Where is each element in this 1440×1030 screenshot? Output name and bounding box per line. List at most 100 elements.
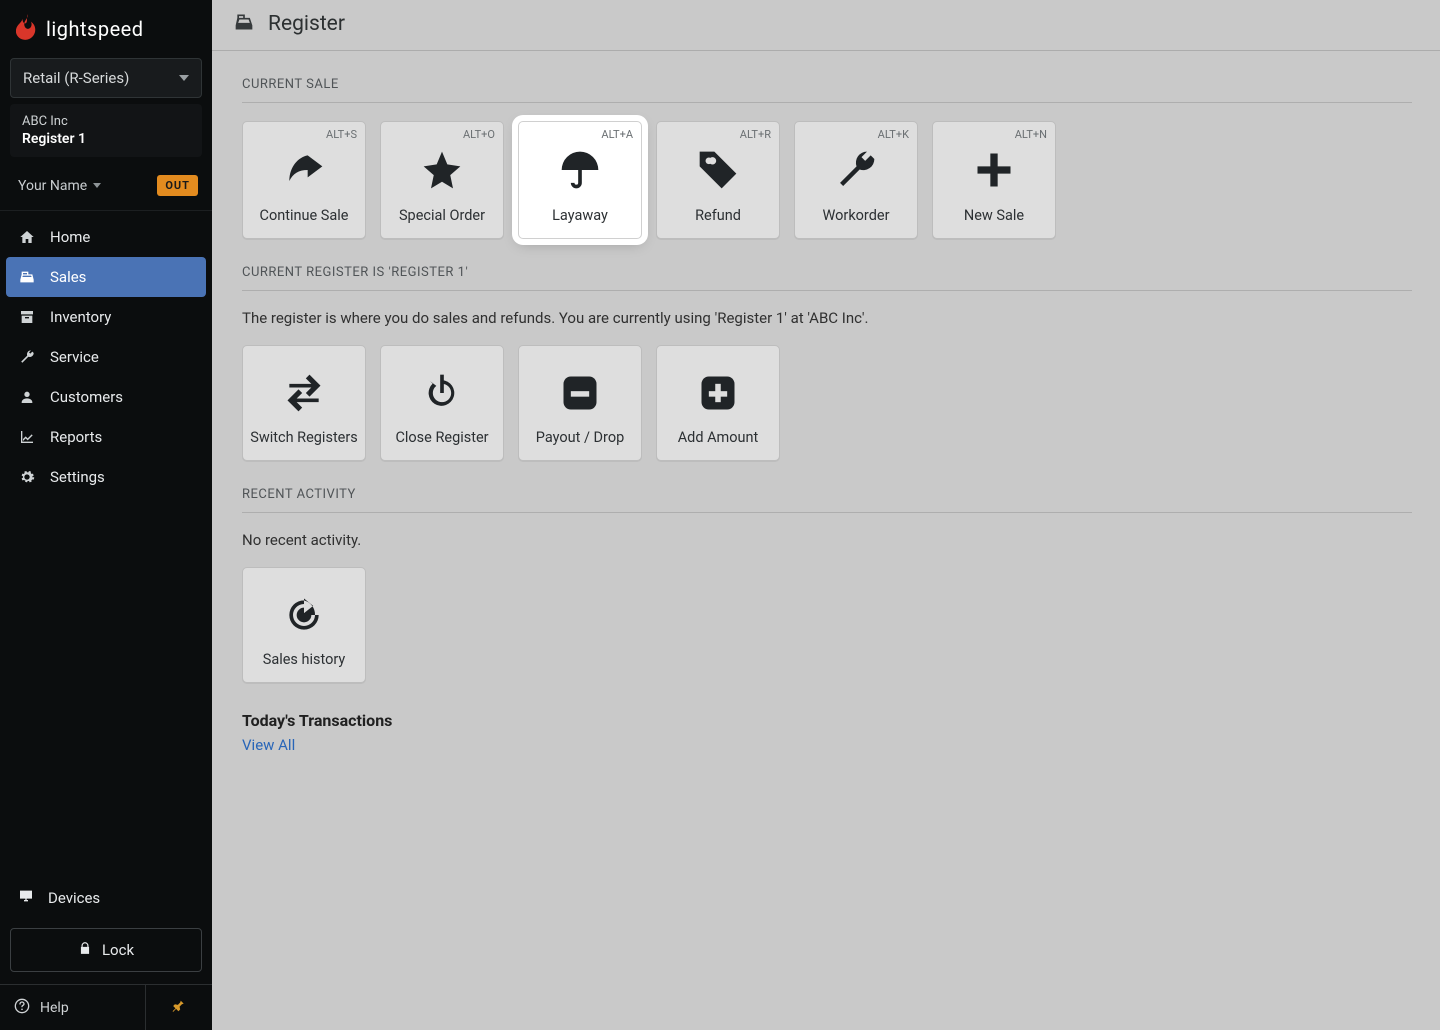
sidebar-footer: Help: [0, 984, 212, 1030]
user-row: Your Name OUT: [0, 167, 212, 210]
plus-square-icon: [696, 356, 740, 429]
shortcut-label: ALT+O: [463, 128, 495, 141]
primary-nav: Home Sales Inventory Service Customers: [0, 210, 212, 1030]
shortcut-label: ALT+A: [601, 128, 633, 141]
nav-sales[interactable]: Sales: [6, 257, 206, 297]
help-icon: [14, 998, 30, 1018]
pin-button[interactable]: [146, 985, 212, 1030]
section-heading-current-register: CURRENT REGISTER IS 'REGISTER 1': [242, 265, 1412, 291]
user-menu[interactable]: Your Name: [18, 178, 101, 194]
plus-icon: [972, 132, 1016, 207]
tile-label: Workorder: [822, 207, 889, 224]
tile-label: Special Order: [399, 207, 485, 224]
register-name: Register 1: [22, 131, 190, 147]
nav-label: Reports: [50, 428, 102, 446]
shortcut-label: ALT+R: [740, 128, 771, 141]
nav-label: Customers: [50, 388, 123, 406]
company-name: ABC Inc: [22, 114, 190, 129]
umbrella-icon: [558, 132, 602, 207]
nav-label: Sales: [50, 268, 86, 286]
tile-label: Switch Registers: [250, 429, 358, 446]
help-button[interactable]: Help: [0, 985, 146, 1030]
brand-logo: lightspeed: [0, 0, 212, 54]
chart-icon: [18, 429, 36, 445]
home-icon: [18, 229, 36, 245]
tile-label: Payout / Drop: [536, 429, 625, 446]
tile-label: Close Register: [395, 429, 488, 446]
user-icon: [18, 389, 36, 405]
tile-label: Sales history: [263, 651, 346, 668]
star-icon: [420, 132, 464, 207]
page-titlebar: Register: [212, 0, 1440, 51]
sidebar-bottom: Devices Lock Help: [0, 876, 212, 1030]
wrench-icon: [18, 349, 36, 365]
tile-workorder[interactable]: ALT+K Workorder: [794, 121, 918, 239]
nav-service[interactable]: Service: [0, 337, 212, 377]
nav-label: Inventory: [50, 308, 111, 326]
nav-reports[interactable]: Reports: [0, 417, 212, 457]
shortcut-label: ALT+S: [326, 128, 357, 141]
tag-icon: [696, 132, 740, 207]
clock-status-badge[interactable]: OUT: [157, 175, 198, 196]
tile-switch-registers[interactable]: Switch Registers: [242, 345, 366, 461]
tile-layaway[interactable]: ALT+A Layaway: [518, 121, 642, 239]
share-arrow-icon: [282, 132, 326, 207]
org-register-box[interactable]: ABC Inc Register 1: [10, 104, 202, 157]
section-heading-recent: RECENT ACTIVITY: [242, 487, 1412, 513]
nav-devices[interactable]: Devices: [0, 876, 212, 920]
gear-icon: [18, 469, 36, 485]
tile-refund[interactable]: ALT+R Refund: [656, 121, 780, 239]
current-sale-tiles: ALT+S Continue Sale ALT+O Special Order …: [242, 121, 1412, 239]
register-description: The register is where you do sales and r…: [242, 309, 1412, 327]
swap-icon: [282, 356, 326, 429]
main-content: Register CURRENT SALE ALT+S Continue Sal…: [212, 0, 1440, 1030]
shortcut-label: ALT+N: [1015, 128, 1047, 141]
lock-icon: [78, 941, 92, 959]
tile-label: Layaway: [552, 207, 608, 224]
page-title: Register: [268, 12, 345, 36]
nav-label: Home: [50, 228, 90, 246]
tile-sales-history[interactable]: Sales history: [242, 567, 366, 683]
section-heading-current-sale: CURRENT SALE: [242, 77, 1412, 103]
history-icon: [282, 578, 326, 651]
todays-transactions-heading: Today's Transactions: [242, 711, 1412, 730]
brand-name: lightspeed: [46, 17, 144, 41]
sidebar: lightspeed Retail (R-Series) ABC Inc Reg…: [0, 0, 212, 1030]
product-selector[interactable]: Retail (R-Series): [10, 58, 202, 98]
page-body: CURRENT SALE ALT+S Continue Sale ALT+O S…: [212, 51, 1440, 794]
nav-settings[interactable]: Settings: [0, 457, 212, 497]
view-all-link[interactable]: View All: [242, 736, 295, 754]
tile-close-register[interactable]: Close Register: [380, 345, 504, 461]
register-icon: [234, 12, 254, 36]
nav-home[interactable]: Home: [0, 217, 212, 257]
tile-new-sale[interactable]: ALT+N New Sale: [932, 121, 1056, 239]
triangle-down-icon: [93, 183, 101, 188]
tile-special-order[interactable]: ALT+O Special Order: [380, 121, 504, 239]
flame-icon: [16, 14, 38, 44]
tile-label: Continue Sale: [260, 207, 349, 224]
monitor-icon: [18, 888, 34, 908]
power-icon: [420, 356, 464, 429]
register-tiles: Switch Registers Close Register Payout /…: [242, 345, 1412, 461]
pin-icon: [172, 997, 186, 1019]
tile-label: Add Amount: [678, 429, 759, 446]
recent-empty-text: No recent activity.: [242, 531, 1412, 549]
chevron-down-icon: [179, 75, 189, 81]
help-label: Help: [40, 1000, 69, 1016]
minus-square-icon: [558, 356, 602, 429]
nav-label: Devices: [48, 889, 100, 907]
lock-button[interactable]: Lock: [10, 928, 202, 972]
nav-label: Service: [50, 348, 99, 366]
tile-label: New Sale: [964, 207, 1024, 224]
register-icon: [18, 269, 36, 285]
nav-customers[interactable]: Customers: [0, 377, 212, 417]
nav-inventory[interactable]: Inventory: [0, 297, 212, 337]
recent-tiles: Sales history: [242, 567, 1412, 683]
nav-label: Settings: [50, 468, 105, 486]
tile-continue-sale[interactable]: ALT+S Continue Sale: [242, 121, 366, 239]
shortcut-label: ALT+K: [878, 128, 909, 141]
tile-add-amount[interactable]: Add Amount: [656, 345, 780, 461]
tile-payout-drop[interactable]: Payout / Drop: [518, 345, 642, 461]
tile-label: Refund: [695, 207, 741, 224]
wrench-icon: [834, 132, 878, 207]
